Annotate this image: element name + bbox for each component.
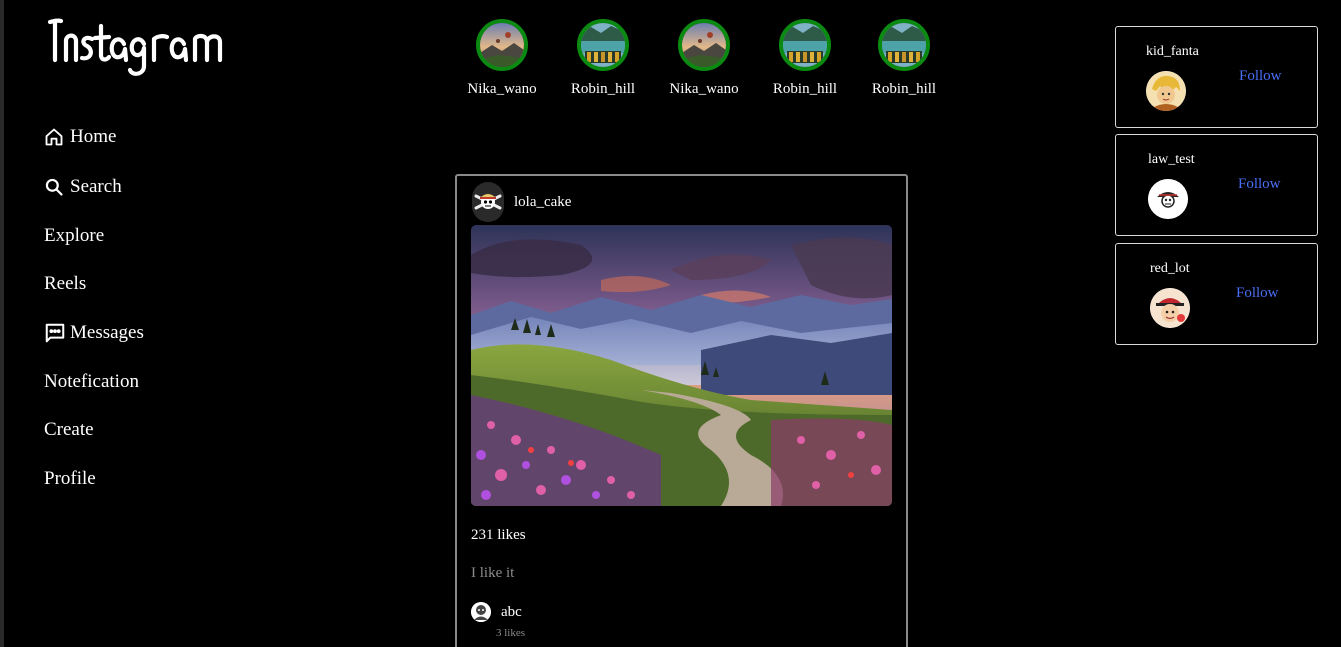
story-item[interactable]: Robin_hill [558,19,648,98]
story-avatar-lake[interactable] [577,19,629,71]
search-icon [44,176,66,198]
story-name: Nika_wano [669,81,739,97]
story-item[interactable]: Robin_hill [760,19,850,98]
suggestion-avatar[interactable] [1146,71,1186,111]
suggestion-card: red_lot Follow [1115,243,1318,345]
nav-label-reels: Reels [44,273,87,294]
story-avatar-lake[interactable] [878,19,930,71]
story-avatar-balloons[interactable] [678,19,730,71]
nav-item-search[interactable]: Search [44,175,122,199]
nav-item-create[interactable]: Create [44,418,94,442]
post-header: lola_cake [472,182,571,222]
instagram-page: Home Search Explore Reels Messages Notef… [0,0,1341,647]
story-name: Robin_hill [871,81,937,97]
suggestion-username[interactable]: law_test [1148,152,1195,168]
nav-item-explore[interactable]: Explore [44,224,104,248]
suggestion-avatar[interactable] [1148,179,1188,219]
nav-label-search: Search [70,176,122,197]
nav-label-create: Create [44,419,94,440]
post-card: lola_cake 231 likes I like it abc 3 like… [455,174,908,647]
nav-item-reels[interactable]: Reels [44,272,86,296]
user-avatar-icon[interactable] [471,602,491,622]
instagram-logo[interactable] [46,8,256,80]
post-caption: I like it [471,565,515,581]
suggestion-username[interactable]: kid_fanta [1146,44,1199,60]
follow-button[interactable]: Follow [1236,285,1279,302]
post-username[interactable]: lola_cake [514,194,571,211]
story-name: Robin_hill [772,81,838,97]
suggestion-username[interactable]: red_lot [1150,261,1190,277]
nav-item-home[interactable]: Home [44,125,116,149]
story-name: Robin_hill [570,81,636,97]
comment-username[interactable]: abc [501,604,522,621]
nav-item-notefication[interactable]: Notefication [44,370,139,394]
nav-label-profile: Profile [44,468,96,489]
story-avatar-balloons[interactable] [476,19,528,71]
story-item[interactable]: Robin_hill [859,19,949,98]
nav-label-explore: Explore [44,225,105,246]
post-image[interactable] [471,225,892,506]
story-avatar-lake[interactable] [779,19,831,71]
suggestion-avatar[interactable] [1150,288,1190,328]
suggestion-card: kid_fanta Follow [1115,26,1318,128]
story-item[interactable]: Nika_wano [457,19,547,98]
suggestion-card: law_test Follow [1115,134,1318,236]
follow-button[interactable]: Follow [1239,68,1282,85]
nav-label-messages: Messages [70,322,144,343]
nav-item-profile[interactable]: Profile [44,467,96,491]
comment-likes: 3 likes [496,627,526,639]
story-name: Nika_wano [467,81,537,97]
nav-label-notefication: Notefication [44,371,139,392]
post-likes: 231 likes [471,527,526,543]
home-icon [44,126,66,148]
story-item[interactable]: Nika_wano [659,19,749,98]
comment-row: abc [471,602,522,622]
message-icon [44,322,66,344]
follow-button[interactable]: Follow [1238,176,1281,193]
nav-label-home: Home [70,126,117,147]
straw-hat-skull-icon[interactable] [472,182,504,222]
stories-bar: Nika_wano Robin_hill Nika_wano Robin_hil… [459,19,949,109]
nav-item-messages[interactable]: Messages [44,321,144,345]
